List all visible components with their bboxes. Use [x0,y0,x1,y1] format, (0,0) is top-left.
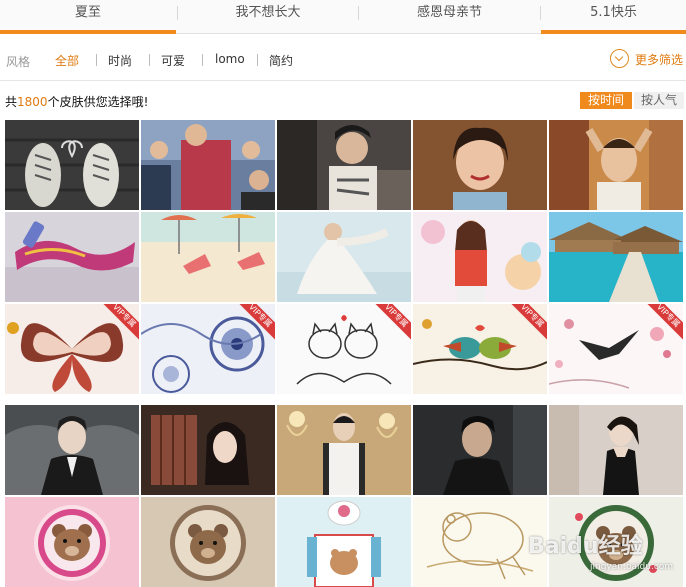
tab-active-bar [541,30,686,34]
sort-by-popularity-button[interactable]: 按人气 [634,92,684,109]
skin-thumb-floral-pattern[interactable]: VIP专属 [141,304,275,394]
skin-thumb-man-hands-on-head[interactable] [549,120,683,210]
count-suffix: 个皮肤供您选择哦! [47,95,149,109]
filter-divider [202,54,203,66]
skin-thumb-woman-smiling[interactable] [413,120,547,210]
skin-thumb-man-chandelier[interactable] [277,405,411,495]
skin-thumb-girl-red-shirt[interactable] [413,212,547,302]
skin-thumb-pooh-sketch[interactable] [413,497,547,587]
skin-thumb-woman-white-dress[interactable] [277,212,411,302]
tab-summer-solstice[interactable]: 夏至 [0,0,176,34]
skin-thumb-man-dark[interactable] [413,405,547,495]
filter-divider [96,54,97,66]
skin-count-text: 共1800个皮肤供您选择哦! [5,93,148,110]
filter-lomo[interactable]: lomo [215,52,245,66]
style-filter-row: 风格 全部 时尚 可爱 lomo 简约 [0,44,686,76]
skin-thumb-beach-scarf[interactable] [5,212,139,302]
tab-active-bar [0,30,176,34]
skin-thumb-woman-black-dress[interactable] [549,405,683,495]
filter-label: 风格 [6,55,31,69]
theme-tab-bar: 夏至 我不想长大 感恩母亲节 5.1快乐 [0,0,686,34]
tab-may-day[interactable]: 5.1快乐 [541,0,686,34]
tab-label: 我不想长大 [235,5,301,20]
filter-cute[interactable]: 可爱 [161,52,185,69]
skin-thumb-woman-window[interactable] [141,405,275,495]
skin-thumb-sneakers-heart[interactable] [5,120,139,210]
tab-label: 夏至 [74,5,101,20]
skin-thumb-man-black-coat[interactable] [5,405,139,495]
baidu-watermark-logo: Baidu经验 [528,534,643,559]
skin-thumb-birds-branch[interactable]: VIP专属 [413,304,547,394]
baidu-watermark-url: jingyan.baidu.com [590,562,674,572]
skin-thumb-butterfly-art[interactable]: VIP专属 [5,304,139,394]
count-number: 1800 [17,95,48,109]
skin-thumb-men-red-room[interactable] [141,120,275,210]
tab-label: 5.1快乐 [590,5,637,20]
count-prefix: 共 [5,95,18,109]
filter-divider [257,54,258,66]
tab-dont-want-grow-up[interactable]: 我不想长大 [178,0,358,34]
filter-all[interactable]: 全部 [55,52,79,69]
more-filters-label: 更多筛选 [635,53,684,67]
skin-thumb-resort-pier[interactable] [549,212,683,302]
filter-fashion[interactable]: 时尚 [108,52,132,69]
filter-simple[interactable]: 简约 [269,52,293,69]
skin-thumb-beach-chairs[interactable] [141,212,275,302]
divider [0,80,686,81]
tab-mothers-day[interactable]: 感恩母亲节 [359,0,540,34]
filter-divider [149,54,150,66]
chevron-down-icon [610,49,629,68]
sort-by-time-button[interactable]: 按时间 [580,92,632,109]
skin-thumb-bear-window[interactable] [277,497,411,587]
skin-thumb-teddy-pink[interactable] [5,497,139,587]
skin-thumb-cat-sketch[interactable]: VIP专属 [277,304,411,394]
skin-thumb-teddy-lace[interactable] [141,497,275,587]
skin-thumb-young-man-graphic[interactable] [277,120,411,210]
skin-thumb-bird-flowers[interactable]: VIP专属 [549,304,683,394]
tab-label: 感恩母亲节 [416,5,482,20]
